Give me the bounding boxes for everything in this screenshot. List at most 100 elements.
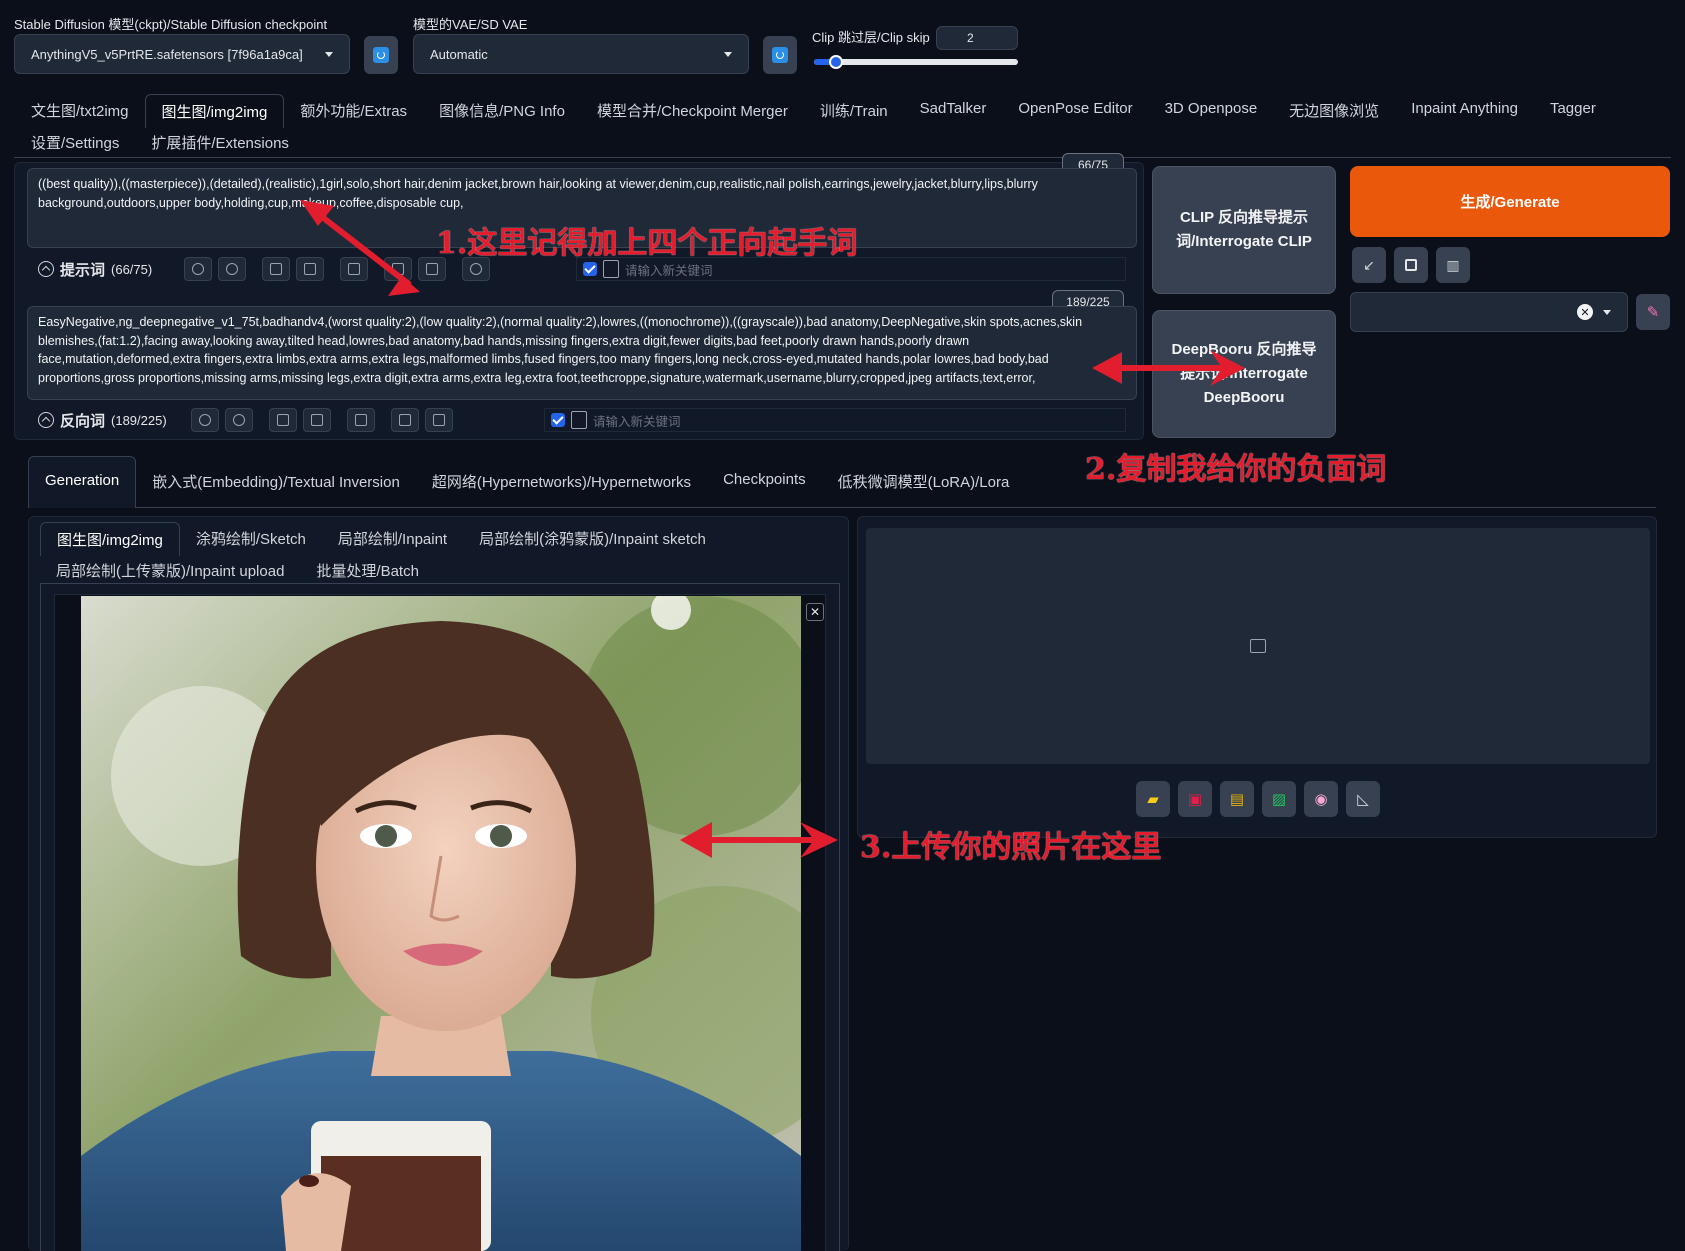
- zip-icon: ▤: [1229, 791, 1245, 808]
- settings-button[interactable]: [218, 257, 247, 281]
- text-cursor-icon: [603, 260, 619, 278]
- save-button[interactable]: ▣: [1178, 781, 1212, 817]
- clip-skip-input[interactable]: 2: [936, 26, 1018, 50]
- text-icon: [354, 414, 367, 426]
- favorite-button[interactable]: [296, 257, 325, 281]
- text-icon: [348, 263, 361, 275]
- translate-button[interactable]: [190, 408, 219, 432]
- refresh-checkpoint-button[interactable]: [364, 36, 398, 74]
- tab-lora[interactable]: 低秩微调模型(LoRA)/Lora: [822, 456, 1026, 508]
- send-to-img2img-button[interactable]: ▨: [1262, 781, 1296, 817]
- tab-sadtalker[interactable]: SadTalker: [904, 94, 1003, 128]
- output-toolbar: ▰ ▣ ▤ ▨ ◉ ◺: [1136, 781, 1380, 817]
- annotation-3: 3.上传你的照片在这里: [860, 830, 1162, 865]
- tab-generation[interactable]: Generation: [28, 456, 137, 508]
- gear-icon: [232, 414, 245, 426]
- styles-dropdown[interactable]: ✕: [1350, 292, 1628, 332]
- clear-prompt-button[interactable]: [1394, 247, 1428, 283]
- send-to-inpaint-button[interactable]: ◉: [1304, 781, 1338, 817]
- tab-image-browser[interactable]: 无边图像浏览: [1273, 94, 1395, 128]
- open-folder-button[interactable]: ▰: [1136, 781, 1170, 817]
- tab-hypernetworks[interactable]: 超网络(Hypernetworks)/Hypernetworks: [416, 456, 707, 508]
- tab-embedding[interactable]: 嵌入式(Embedding)/Textual Inversion: [136, 456, 416, 508]
- negative-toolbar: 反向词 (189/225): [38, 408, 453, 432]
- chevron-down-icon: [724, 51, 732, 57]
- keyword-checkbox[interactable]: [583, 262, 597, 276]
- folder-icon: ▰: [1147, 791, 1159, 808]
- trash-icon: [432, 414, 445, 426]
- format-button[interactable]: [346, 408, 375, 432]
- tab-train[interactable]: 训练/Train: [804, 94, 904, 128]
- vae-dropdown[interactable]: Automatic: [413, 34, 749, 74]
- generate-button[interactable]: 生成/Generate: [1350, 166, 1670, 237]
- uploaded-photo: [81, 596, 801, 1251]
- checkpoint-dropdown[interactable]: AnythingV5_v5PrtRE.safetensors [7f96a1a9…: [14, 34, 350, 74]
- tab-inpaint-anything[interactable]: Inpaint Anything: [1395, 94, 1534, 128]
- tab-mode-img2img[interactable]: 图生图/img2img: [40, 522, 180, 556]
- vae-label: 模型的VAE/SD VAE: [413, 17, 528, 32]
- tab-txt2img[interactable]: 文生图/txt2img: [15, 94, 145, 128]
- chevron-down-icon: [325, 51, 333, 57]
- copy-icon: [392, 263, 405, 275]
- save-icon: ▣: [1187, 791, 1203, 808]
- edit-style-button[interactable]: ✎: [1636, 294, 1670, 330]
- brush-icon: ✎: [1646, 304, 1660, 321]
- tab-3d-openpose[interactable]: 3D Openpose: [1149, 94, 1274, 128]
- collapse-icon[interactable]: [38, 261, 54, 277]
- interrogate-deepbooru-button[interactable]: DeepBooru 反向推导提示词/Interrogate DeepBooru: [1152, 310, 1336, 438]
- history-icon: [276, 414, 289, 426]
- keyword-checkbox[interactable]: [551, 413, 565, 427]
- square-icon: [1405, 259, 1417, 271]
- copy-button[interactable]: [390, 408, 419, 432]
- copy-icon: [398, 414, 411, 426]
- keyword-placeholder: 请输入新关键词: [625, 263, 713, 278]
- tab-extras[interactable]: 额外功能/Extras: [284, 94, 423, 128]
- tab-img2img[interactable]: 图生图/img2img: [144, 94, 285, 128]
- negative-keyword-input[interactable]: 请输入新关键词: [544, 408, 1126, 432]
- collapse-icon[interactable]: [38, 412, 54, 428]
- format-button[interactable]: [340, 257, 369, 281]
- palette-icon: ◉: [1314, 791, 1328, 808]
- tab-checkpoints[interactable]: Checkpoints: [707, 456, 822, 508]
- clear-icon[interactable]: ✕: [1577, 304, 1593, 320]
- interrogate-clip-button[interactable]: CLIP 反向推导提示词/Interrogate CLIP: [1152, 166, 1336, 294]
- clear-button[interactable]: [424, 408, 453, 432]
- negative-count: (189/225): [111, 412, 167, 428]
- history-button[interactable]: [262, 257, 291, 281]
- favorite-button[interactable]: [302, 408, 331, 432]
- globe-icon: [198, 414, 211, 426]
- tab-tagger[interactable]: Tagger: [1534, 94, 1612, 128]
- refresh-vae-button[interactable]: [763, 36, 797, 74]
- bookmark-icon: [310, 414, 323, 426]
- paste-params-button[interactable]: ↙: [1352, 247, 1386, 283]
- gear-icon: [226, 263, 239, 275]
- tab-mode-sketch[interactable]: 涂鸦绘制/Sketch: [180, 522, 322, 556]
- negative-label: 反向词: [60, 412, 106, 430]
- prompt-toolbar: 提示词 (66/75): [38, 257, 491, 281]
- remove-image-button[interactable]: ✕: [806, 603, 824, 621]
- copy-button[interactable]: [384, 257, 413, 281]
- send-to-extras-button[interactable]: ◺: [1346, 781, 1380, 817]
- trash-button[interactable]: ▥: [1436, 247, 1470, 283]
- output-gallery[interactable]: [866, 528, 1650, 764]
- checkpoint-value: AnythingV5_v5PrtRE.safetensors [7f96a1a9…: [31, 46, 303, 62]
- image-icon: ▨: [1271, 791, 1287, 808]
- tab-extensions[interactable]: 扩展插件/Extensions: [135, 126, 305, 159]
- settings-button[interactable]: [224, 408, 253, 432]
- prompt-count: (66/75): [111, 261, 153, 277]
- tab-openpose-editor[interactable]: OpenPose Editor: [1002, 94, 1148, 128]
- clip-skip-slider[interactable]: [814, 55, 1018, 69]
- history-button[interactable]: [268, 408, 297, 432]
- clip-skip-thumb[interactable]: [829, 55, 844, 69]
- tab-mode-inpaint-sketch[interactable]: 局部绘制(涂鸦蒙版)/Inpaint sketch: [463, 522, 722, 556]
- tab-mode-inpaint[interactable]: 局部绘制/Inpaint: [322, 522, 463, 556]
- tab-png-info[interactable]: 图像信息/PNG Info: [423, 94, 581, 128]
- zip-button[interactable]: ▤: [1220, 781, 1254, 817]
- chevron-down-icon: [1603, 309, 1611, 315]
- main-tab-row-2: 设置/Settings 扩展插件/Extensions: [15, 126, 305, 159]
- negative-prompt-textarea[interactable]: EasyNegative,ng_deepnegative_v1_75t,badh…: [27, 306, 1137, 400]
- tab-checkpoint-merger[interactable]: 模型合并/Checkpoint Merger: [581, 94, 804, 128]
- translate-button[interactable]: [184, 257, 213, 281]
- text-cursor-icon: [571, 411, 587, 429]
- tab-settings[interactable]: 设置/Settings: [15, 126, 135, 159]
